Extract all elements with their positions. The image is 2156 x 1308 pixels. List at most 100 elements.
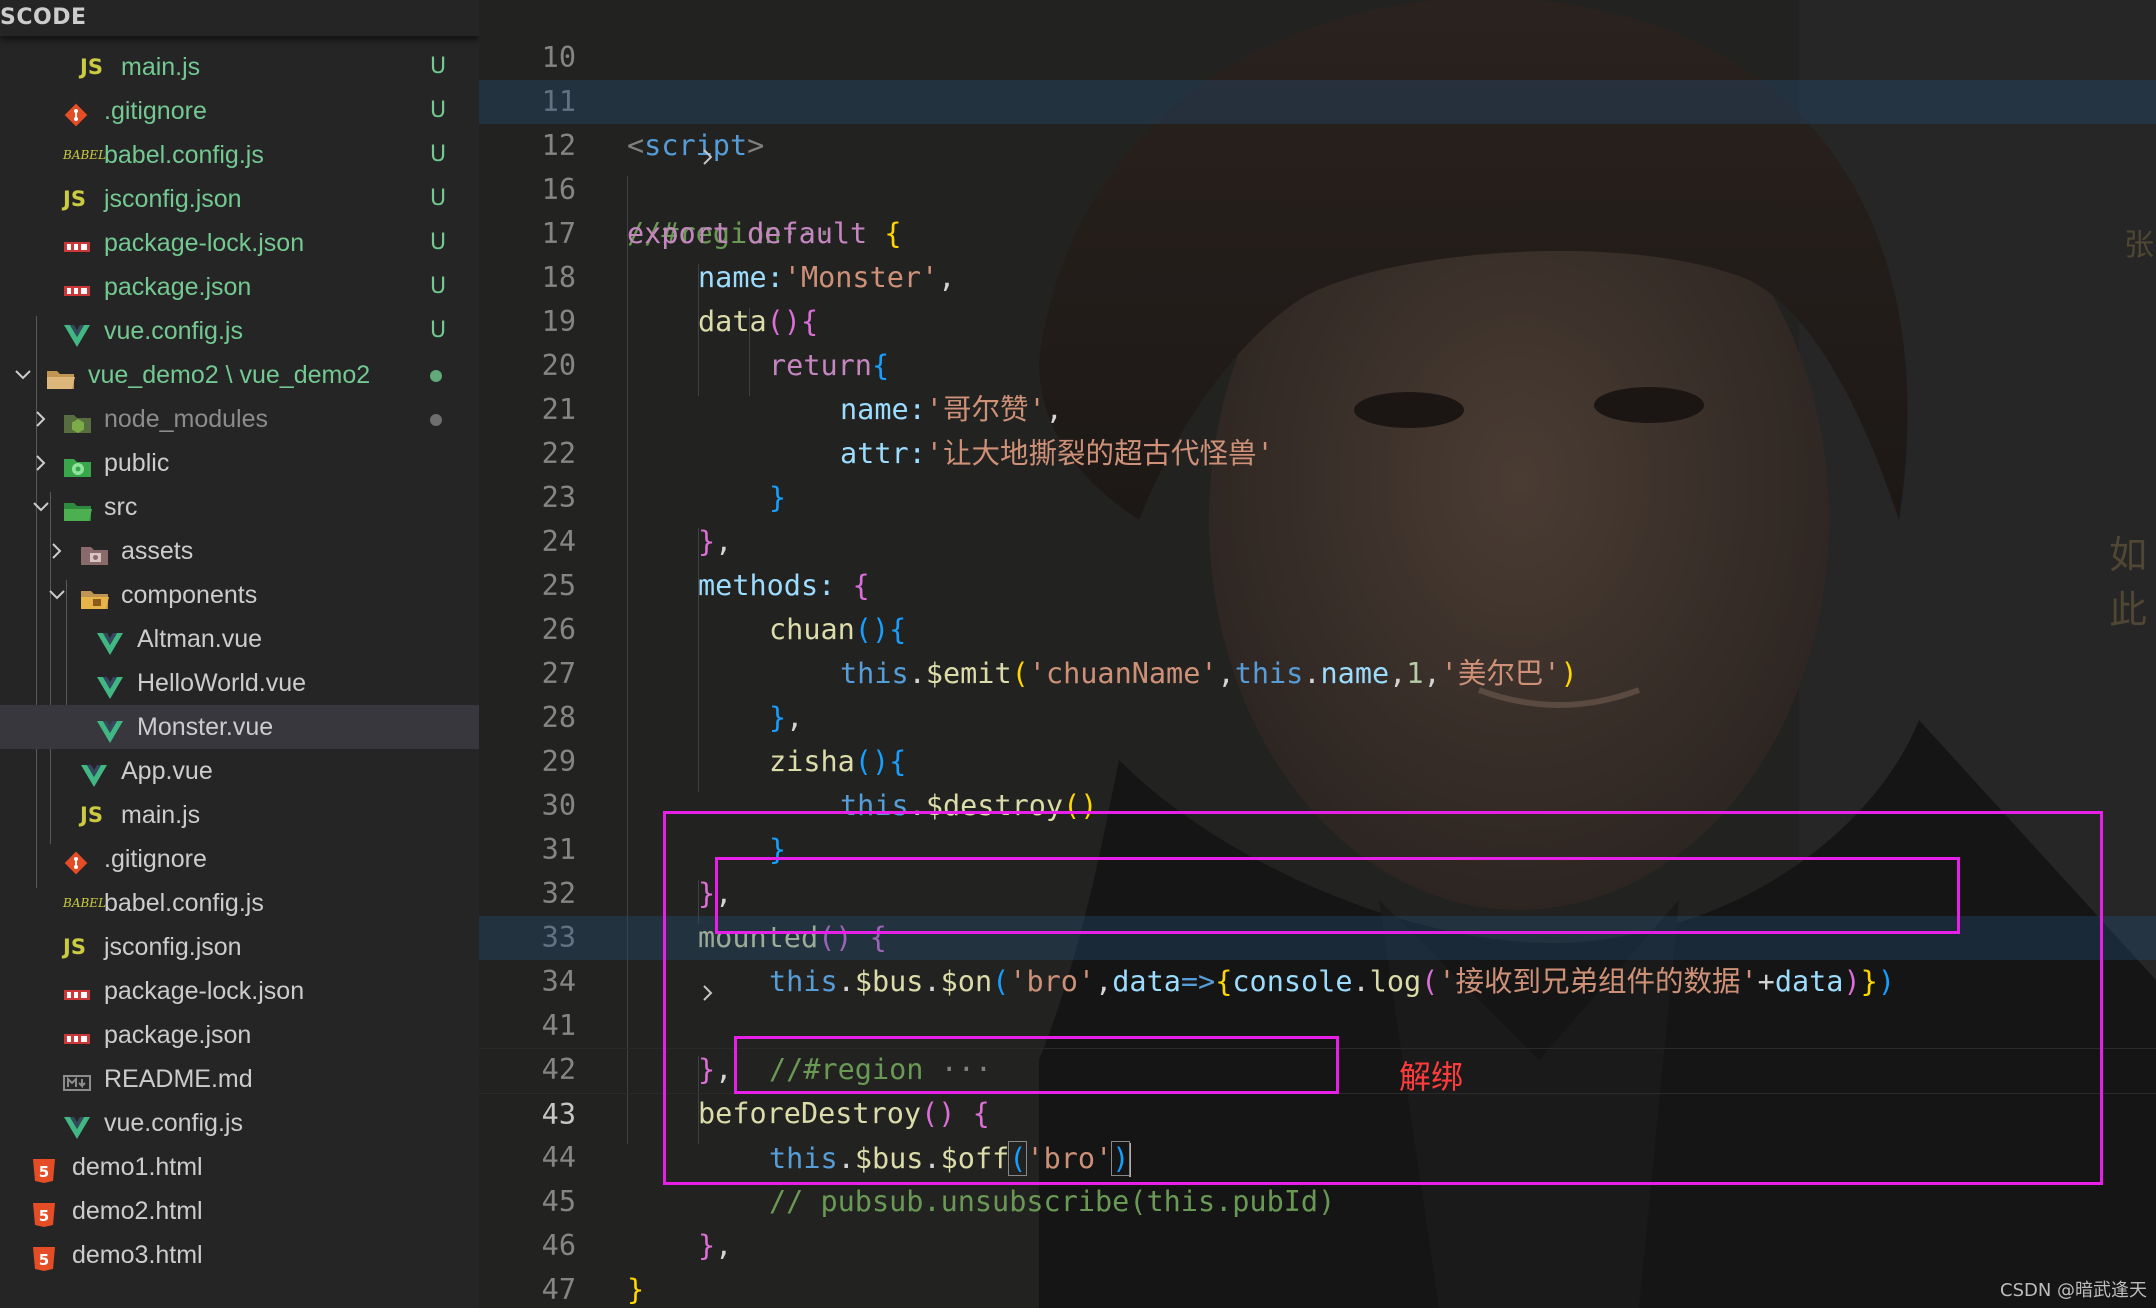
folder-open-icon — [46, 362, 75, 389]
git-icon — [63, 846, 91, 875]
file-readme[interactable]: README.md — [0, 1057, 479, 1101]
modified-dot — [430, 370, 442, 382]
folder-node-modules[interactable]: node_modules — [0, 397, 479, 441]
untracked-badge: U — [430, 274, 447, 299]
code-line[interactable]: 22 } — [479, 388, 2156, 514]
folder-label: node_modules — [104, 405, 269, 433]
file-package-json[interactable]: package.json — [0, 1013, 479, 1057]
file-label: Monster.vue — [137, 713, 274, 741]
src-folder-icon — [63, 494, 92, 521]
file-package-lock[interactable]: package-lock.json U — [0, 221, 479, 265]
annotation-box-on — [715, 857, 1960, 934]
file-main-js[interactable]: JS main.js U — [0, 45, 479, 89]
file-babel-config[interactable]: BABEL babel.config.js U — [0, 133, 479, 177]
code-line[interactable]: 27 }, — [479, 608, 2156, 734]
chevron-right-icon[interactable] — [46, 529, 66, 573]
npm-icon — [63, 274, 91, 300]
code-line[interactable]: 24 methods: { — [479, 476, 2156, 602]
file-label: Altman.vue — [137, 625, 263, 653]
file-monster-vue[interactable]: Monster.vue — [0, 705, 479, 749]
file-gitignore[interactable]: .gitignore U — [0, 89, 479, 133]
code-line[interactable]: 25 chuan(){ — [479, 520, 2156, 646]
file-app-vue[interactable]: App.vue — [0, 749, 479, 793]
code-line-folded[interactable]: 12 //#region··· — [479, 80, 2156, 250]
file-jsconfig[interactable]: JS jsconfig.json — [0, 925, 479, 969]
file-label: package.json — [104, 273, 252, 301]
npm-icon — [63, 230, 91, 256]
code-line[interactable]: 23 }, — [479, 432, 2156, 558]
code-line[interactable]: 26 this.$emit('chuanName',this.name,1,'美… — [479, 564, 2156, 690]
chevron-right-icon[interactable] — [30, 441, 50, 485]
file-label: main.js — [121, 53, 201, 81]
code-line[interactable]: 19 return{ — [479, 256, 2156, 382]
file-vue-config[interactable]: vue.config.js — [0, 1101, 479, 1145]
code-line[interactable]: 28 zisha(){ — [479, 652, 2156, 778]
code-line[interactable]: 48 — [479, 1268, 2156, 1308]
annotation-label: 解绑 — [1399, 1058, 1464, 1096]
npm-icon — [63, 1022, 91, 1048]
file-label: README.md — [104, 1065, 253, 1093]
folder-src[interactable]: src — [0, 485, 479, 529]
file-label: .gitignore — [104, 97, 207, 125]
code-line[interactable]: 46 } — [479, 1180, 2156, 1306]
html5-icon: 5 — [31, 1242, 59, 1271]
folder-vue-demo2[interactable]: vue_demo2 \ vue_demo2 — [0, 353, 479, 397]
file-helloworld-vue[interactable]: HelloWorld.vue — [0, 661, 479, 705]
file-label: package.json — [104, 1021, 252, 1049]
file-demo3-html[interactable]: 5 demo3.html — [0, 1233, 479, 1277]
code-line[interactable]: 16 export default { — [479, 124, 2156, 250]
code-line[interactable]: 18 data(){ — [479, 212, 2156, 338]
html5-icon: 5 — [31, 1154, 59, 1183]
file-label: App.vue — [121, 757, 213, 785]
vue-config-icon — [63, 318, 91, 347]
file-jsconfig[interactable]: JS jsconfig.json U — [0, 177, 479, 221]
file-label: main.js — [121, 801, 201, 829]
file-label: demo3.html — [72, 1241, 203, 1269]
file-package-json[interactable]: package.json U — [0, 265, 479, 309]
folder-label: src — [104, 493, 138, 521]
file-label: babel.config.js — [104, 141, 264, 169]
file-label: package-lock.json — [104, 229, 305, 257]
file-demo2-html[interactable]: 5 demo2.html — [0, 1189, 479, 1233]
file-label: vue.config.js — [104, 317, 243, 345]
file-package-lock[interactable]: package-lock.json — [0, 969, 479, 1013]
file-main-js[interactable]: JS main.js — [0, 793, 479, 837]
public-folder-icon — [63, 450, 91, 477]
file-babel-config[interactable]: BABEL babel.config.js — [0, 881, 479, 925]
svg-text:5: 5 — [39, 1163, 49, 1181]
untracked-badge: U — [430, 186, 447, 211]
file-demo1-html[interactable]: 5 demo1.html — [0, 1145, 479, 1189]
code-line[interactable]: 11 <script> — [479, 36, 2156, 162]
vue-icon — [96, 714, 124, 743]
node-folder-icon — [63, 406, 91, 433]
chevron-right-icon[interactable] — [30, 397, 50, 441]
file-altman-vue[interactable]: Altman.vue — [0, 617, 479, 661]
code-line[interactable]: 21 attr:'让大地撕裂的超古代怪兽' — [479, 344, 2156, 470]
markdown-icon — [63, 1066, 91, 1092]
code-line[interactable]: 47 </script> — [479, 1224, 2156, 1306]
folder-public[interactable]: public — [0, 441, 479, 485]
code-line[interactable]: 29 this.$destroy() — [479, 696, 2156, 822]
code-line[interactable]: 17 name:'Monster', — [479, 168, 2156, 294]
file-gitignore[interactable]: .gitignore — [0, 837, 479, 881]
code-line[interactable]: 20 name:'哥尔赞', — [479, 300, 2156, 426]
watermark: CSDN @暗武逢天 — [2000, 1280, 2148, 1301]
file-label: demo1.html — [72, 1153, 203, 1181]
npm-icon — [63, 978, 91, 1004]
html5-icon: 5 — [31, 1198, 59, 1227]
code-editor[interactable]: 10 11 <script> 12 //#region··· 16 export… — [479, 0, 2156, 1308]
chevron-down-icon[interactable] — [46, 573, 66, 617]
babel-icon: BABEL — [63, 148, 107, 162]
untracked-badge: U — [430, 54, 447, 79]
file-vue-config[interactable]: vue.config.js U — [0, 309, 479, 353]
code-line[interactable]: 10 — [479, 0, 2156, 74]
code-line[interactable]: 30 } — [479, 740, 2156, 866]
untracked-badge: U — [430, 318, 447, 343]
chevron-down-icon[interactable] — [12, 353, 32, 397]
untracked-badge: U — [430, 98, 447, 123]
folder-assets[interactable]: assets — [0, 529, 479, 573]
ignored-dot — [430, 414, 442, 426]
folder-components[interactable]: components — [0, 573, 479, 617]
folder-label: public — [104, 449, 170, 477]
chevron-down-icon[interactable] — [30, 485, 50, 529]
